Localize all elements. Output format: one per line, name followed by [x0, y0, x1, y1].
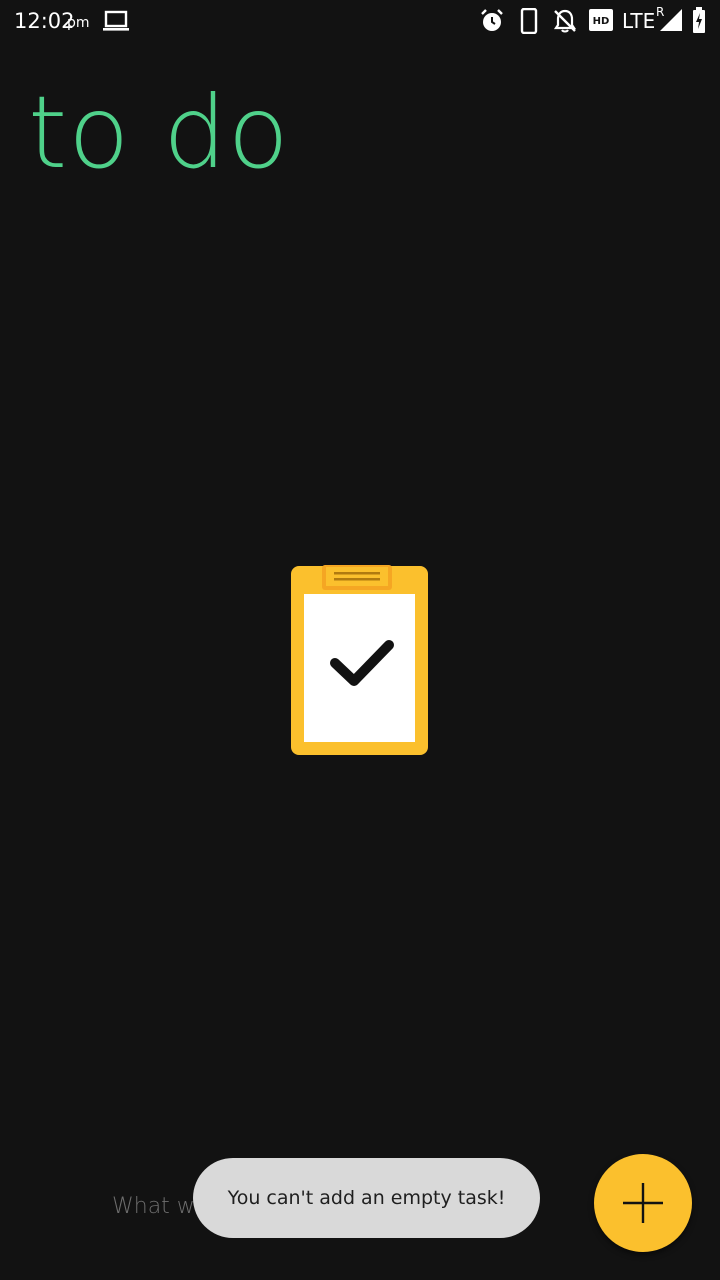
toast: You can't add an empty task!	[193, 1158, 540, 1238]
status-bar: 12:02 pm HD LTE R	[0, 0, 720, 42]
laptop-icon	[102, 10, 130, 37]
app-screen: 12:02 pm HD LTE R to do What would you l…	[0, 0, 720, 1280]
bell-off-icon	[552, 8, 578, 39]
phone-icon	[520, 7, 538, 39]
add-task-button[interactable]	[594, 1154, 692, 1252]
alarm-icon	[479, 8, 505, 39]
network-type: LTE	[622, 9, 656, 33]
hd-icon: HD	[589, 9, 613, 36]
signal-icon	[660, 9, 682, 36]
clipboard-check-icon	[290, 565, 430, 757]
app-title: to do	[28, 74, 290, 191]
svg-text:HD: HD	[593, 16, 610, 27]
status-time: 12:02	[14, 9, 75, 33]
toast-message: You can't add an empty task!	[227, 1187, 506, 1209]
status-ampm: pm	[67, 15, 90, 31]
battery-charging-icon	[692, 7, 706, 38]
plus-icon	[623, 1183, 663, 1223]
